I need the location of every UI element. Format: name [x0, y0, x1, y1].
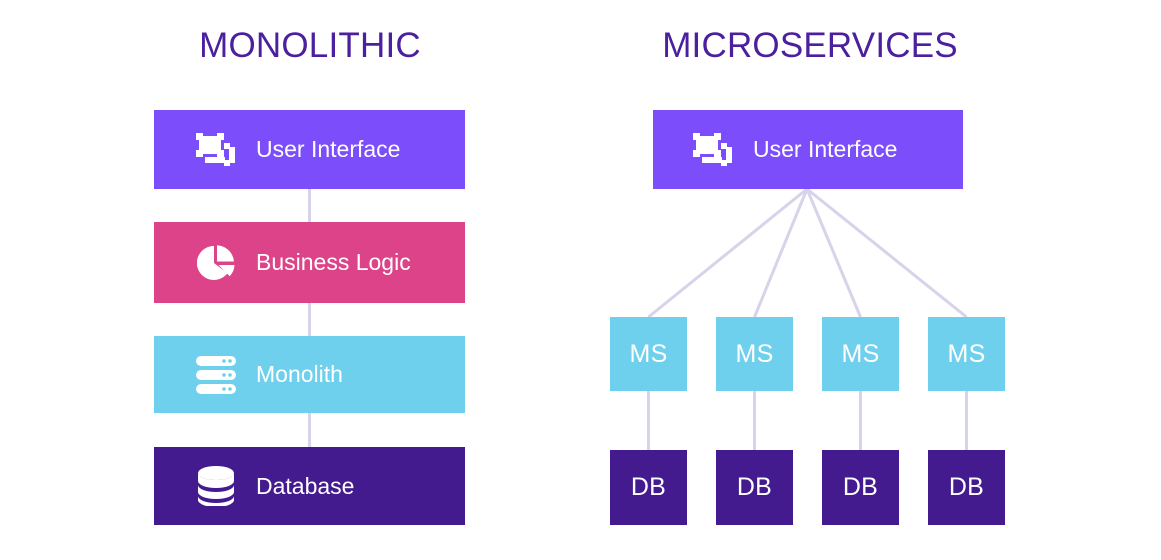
connector-ms-ui-2: [753, 188, 809, 318]
database-icon: [194, 464, 238, 508]
monolith-layer-label: Monolith: [256, 361, 343, 387]
monolith-layer-label: User Interface: [256, 136, 401, 162]
monolith-layer-user-interface[interactable]: User Interface: [154, 110, 465, 189]
database-node[interactable]: DB: [716, 450, 793, 525]
database-label: DB: [630, 473, 667, 501]
database-node[interactable]: DB: [928, 450, 1005, 525]
monolith-layer-label: Business Logic: [256, 249, 411, 275]
monitor-device-icon: [691, 128, 735, 172]
microservice-node[interactable]: MS: [716, 317, 793, 391]
connector-ms-ui-3: [805, 188, 862, 318]
microservice-label: MS: [629, 339, 668, 368]
microservice-node[interactable]: MS: [822, 317, 899, 391]
database-label: DB: [948, 473, 985, 501]
database-node[interactable]: DB: [822, 450, 899, 525]
database-label: DB: [736, 473, 773, 501]
monolith-layer-label: Database: [256, 472, 355, 499]
microservice-node[interactable]: MS: [610, 317, 687, 391]
monolith-layer-business-logic[interactable]: Business Logic: [154, 222, 465, 303]
database-label: DB: [842, 473, 879, 501]
microservices-title: MICROSERVICES: [662, 26, 958, 65]
database-node[interactable]: DB: [610, 450, 687, 525]
server-stack-icon: [194, 353, 238, 397]
microservice-label: MS: [735, 339, 774, 368]
microservice-label: MS: [841, 339, 880, 368]
microservice-label: MS: [947, 339, 986, 368]
microservice-node[interactable]: MS: [928, 317, 1005, 391]
microservices-ui-label: User Interface: [753, 136, 898, 162]
connector-ms-ui-1: [647, 187, 808, 319]
diagram-canvas: MONOLITHIC MICROSERVICES User Interface: [0, 0, 1161, 560]
monitor-device-icon: [194, 128, 238, 172]
connector-ms-ui-4: [806, 187, 968, 319]
monolith-layer-monolith[interactable]: Monolith: [154, 336, 465, 413]
microservices-user-interface[interactable]: User Interface: [653, 110, 963, 189]
monolith-layer-database[interactable]: Database: [154, 447, 465, 525]
pie-chart-icon: [194, 241, 238, 285]
